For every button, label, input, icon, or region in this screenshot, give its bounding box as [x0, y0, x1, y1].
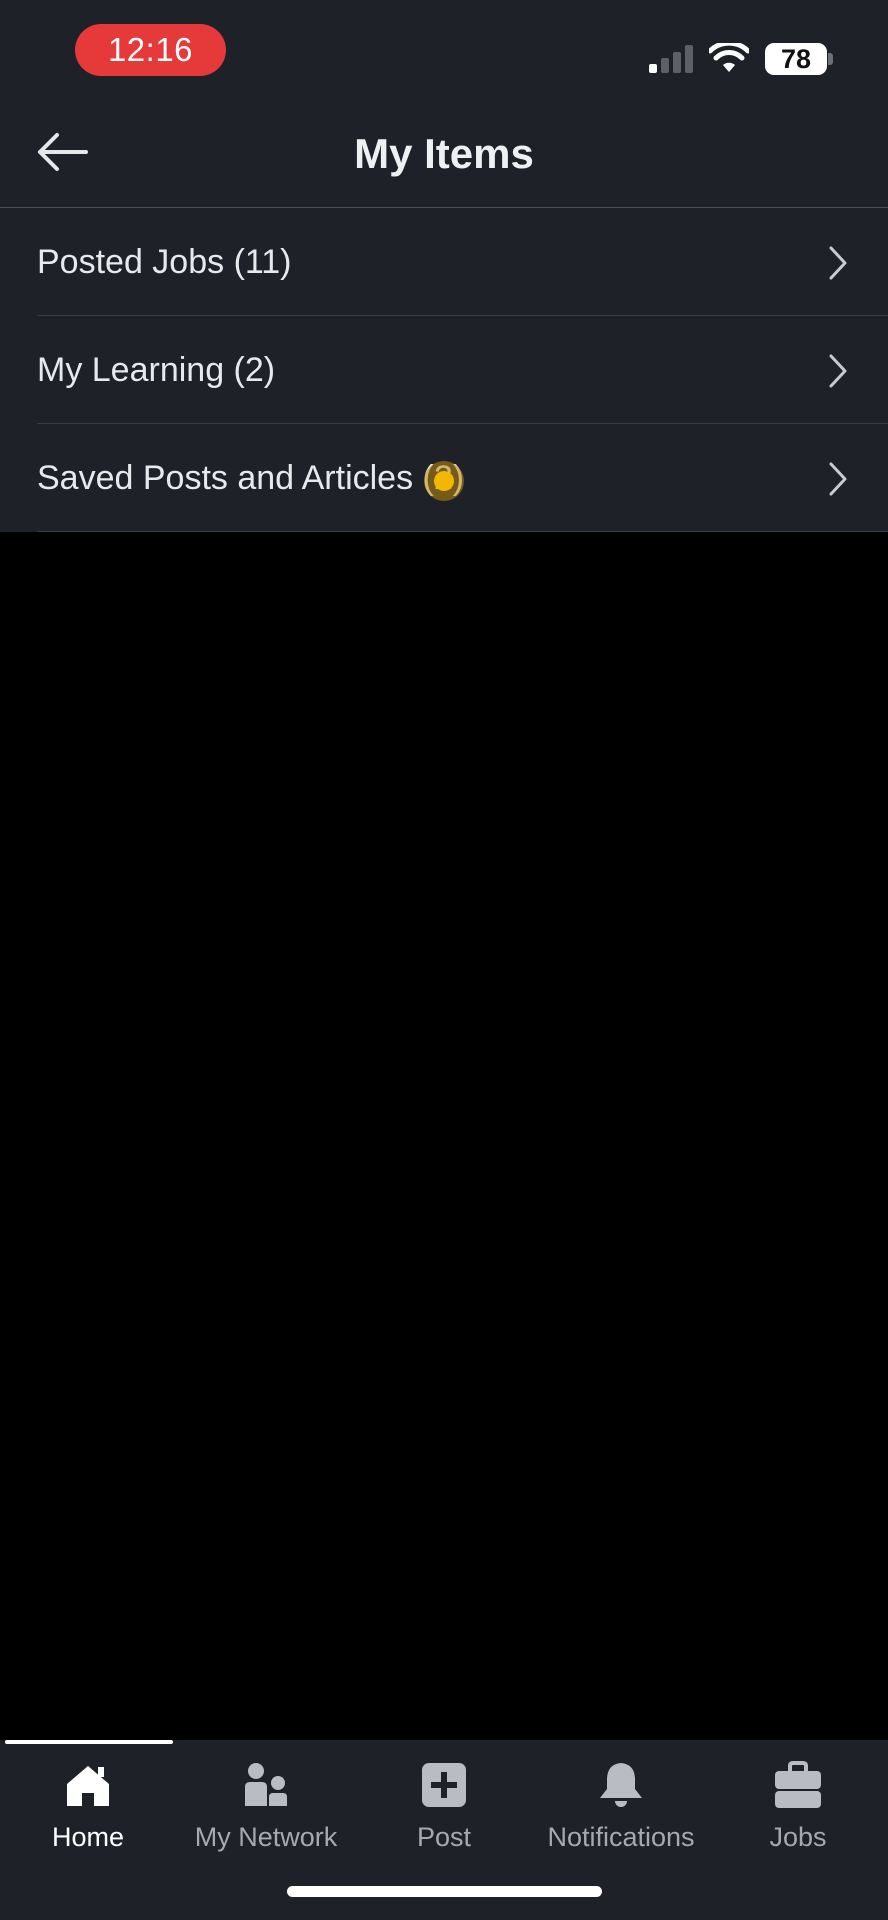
- nav-label: Notifications: [547, 1822, 695, 1852]
- nav-notifications[interactable]: Notifications: [535, 1750, 707, 1860]
- list-item-posted-jobs[interactable]: Posted Jobs (11): [0, 208, 888, 316]
- nav-post[interactable]: Post: [394, 1750, 494, 1860]
- header: My Items: [0, 100, 888, 208]
- nav-label: Post: [416, 1822, 472, 1852]
- list-item-label: My Learning (2): [37, 351, 276, 389]
- chevron-right-icon: [829, 354, 847, 388]
- status-bar: 12:16 78: [0, 0, 888, 100]
- list-item-label: Saved Posts and Articles (2): [37, 459, 465, 497]
- divider: [37, 531, 888, 532]
- back-button[interactable]: [30, 127, 94, 177]
- nav-jobs[interactable]: Jobs: [748, 1750, 848, 1860]
- wifi-icon: [709, 43, 749, 72]
- page-title: My Items: [354, 130, 534, 177]
- nav-my-network[interactable]: My Network: [180, 1750, 352, 1860]
- briefcase-icon: [775, 1761, 821, 1808]
- battery-icon: 78: [765, 43, 827, 75]
- home-indicator: [287, 1886, 602, 1897]
- cellular-signal-icon: [649, 45, 693, 73]
- bell-icon: [600, 1763, 642, 1807]
- chevron-right-icon: [829, 462, 847, 496]
- people-icon: [245, 1763, 287, 1806]
- nav-label: Jobs: [769, 1822, 827, 1852]
- touch-indicator: [424, 461, 464, 501]
- home-icon: [67, 1766, 109, 1806]
- arrow-left-icon: [38, 133, 88, 171]
- list-item-label: Posted Jobs (11): [37, 243, 292, 281]
- nav-label: Home: [51, 1822, 125, 1852]
- list-item-my-learning[interactable]: My Learning (2): [0, 316, 888, 424]
- nav-home[interactable]: Home: [38, 1750, 138, 1860]
- plus-square-icon: [422, 1763, 466, 1807]
- battery-tip: [828, 53, 833, 65]
- chevron-right-icon: [829, 246, 847, 280]
- nav-label: My Network: [194, 1822, 338, 1852]
- status-time: 12:16: [75, 24, 226, 76]
- active-tab-indicator: [5, 1740, 173, 1744]
